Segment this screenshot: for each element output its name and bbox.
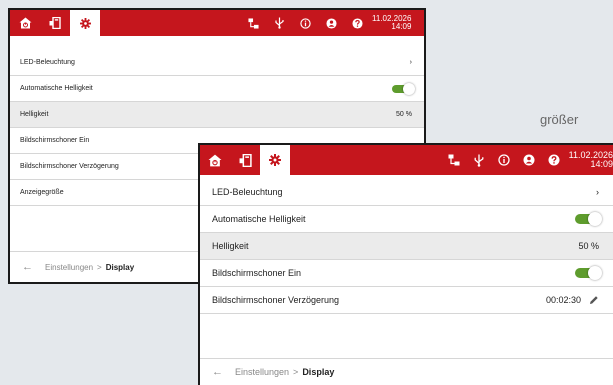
back-arrow-icon[interactable]: ← (22, 261, 33, 273)
row-label: Bildschirmschoner Verzögerung (212, 295, 340, 305)
screensaver-toggle[interactable] (575, 268, 599, 278)
info-icon[interactable] (292, 17, 318, 29)
auto-brightness-toggle[interactable] (575, 214, 599, 224)
settings-tab[interactable] (70, 10, 100, 36)
back-arrow-icon[interactable]: ← (212, 366, 223, 378)
display-settings-large: 11.02.2026 14:09 LED-Beleuchtung › Autom… (198, 143, 613, 385)
help-icon[interactable] (344, 17, 370, 29)
row-label: Automatische Helligkeit (20, 85, 93, 92)
network-icon[interactable] (442, 154, 467, 166)
breadcrumb: ← Einstellungen > Display (200, 358, 613, 385)
network-icon[interactable] (240, 17, 266, 29)
breadcrumb-separator: > (97, 262, 102, 272)
row-label: Automatische Helligkeit (212, 214, 306, 224)
row-brightness[interactable]: Helligkeit 50 % (10, 102, 424, 128)
breadcrumb-parent[interactable]: Einstellungen (235, 367, 289, 377)
row-brightness[interactable]: Helligkeit 50 % (200, 233, 613, 260)
info-icon[interactable] (492, 154, 517, 166)
datetime: 11.02.2026 14:09 (372, 14, 412, 32)
chevron-right-icon: › (596, 187, 599, 197)
gear-icon (79, 17, 91, 29)
usb-icon[interactable] (467, 154, 492, 167)
row-screensaver-delay[interactable]: Bildschirmschoner Verzögerung 00:02:30 (200, 287, 613, 314)
screensaver-delay-value: 00:02:30 (545, 295, 581, 305)
row-auto-brightness[interactable]: Automatische Helligkeit (10, 76, 424, 102)
help-icon[interactable] (542, 154, 567, 166)
top-bar: 11.02.2026 14:09 (10, 10, 424, 36)
groesser-label: größer (540, 112, 579, 127)
breadcrumb-separator: > (293, 367, 299, 377)
home-tab[interactable] (10, 10, 40, 36)
row-led-lighting[interactable]: LED-Beleuchtung › (10, 50, 424, 76)
home-tab[interactable] (200, 145, 230, 175)
device-tab[interactable] (40, 10, 70, 36)
row-screensaver-on[interactable]: Bildschirmschoner Ein (200, 260, 613, 287)
row-led-lighting[interactable]: LED-Beleuchtung › (200, 179, 613, 206)
row-label: LED-Beleuchtung (212, 187, 283, 197)
row-label: LED-Beleuchtung (20, 59, 75, 66)
device-icon (49, 17, 61, 29)
chevron-right-icon: › (409, 59, 412, 66)
gear-icon (269, 154, 281, 166)
datetime: 11.02.2026 14:09 (569, 150, 613, 170)
brightness-value: 50 % (396, 111, 412, 118)
row-label: Helligkeit (20, 111, 49, 118)
row-auto-brightness[interactable]: Automatische Helligkeit (200, 206, 613, 233)
breadcrumb-current: Display (302, 367, 335, 377)
breadcrumb-current: Display (105, 262, 135, 272)
status-bar: 11.02.2026 14:09 (240, 10, 424, 36)
row-label: Bildschirmschoner Ein (212, 268, 302, 278)
status-bar: 11.02.2026 14:09 (442, 145, 613, 175)
row-label: Helligkeit (212, 241, 249, 251)
device-icon (239, 153, 252, 167)
time-text: 14:09 (391, 22, 412, 31)
user-icon[interactable] (318, 17, 344, 29)
settings-tab[interactable] (260, 145, 290, 175)
time-text: 14:09 (590, 159, 613, 169)
breadcrumb-parent[interactable]: Einstellungen (45, 263, 93, 272)
top-spacer (10, 36, 424, 50)
usb-icon[interactable] (266, 17, 292, 29)
home-power-icon (208, 154, 222, 166)
brightness-value: 50 % (578, 241, 599, 251)
pencil-icon[interactable] (589, 295, 599, 305)
auto-brightness-toggle[interactable] (392, 84, 412, 93)
device-tab[interactable] (230, 145, 260, 175)
home-power-icon (19, 17, 31, 29)
top-bar: 11.02.2026 14:09 (200, 145, 613, 175)
user-icon[interactable] (517, 154, 542, 166)
